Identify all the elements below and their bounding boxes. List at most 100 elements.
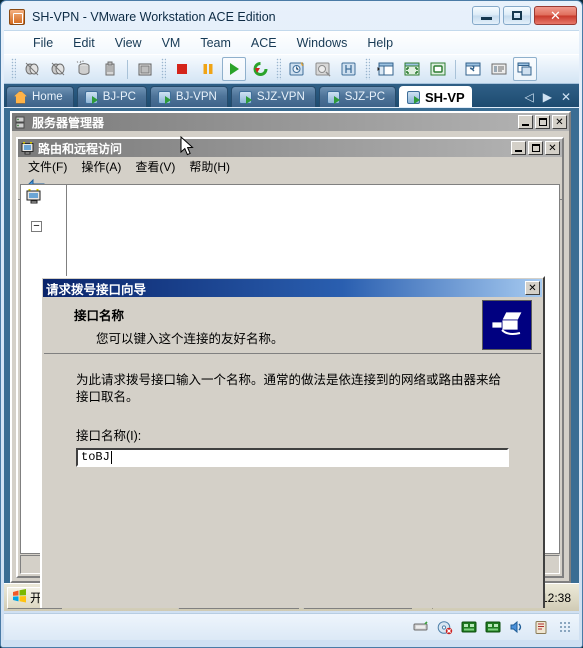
window-title: SH-VPN - VMware Workstation ACE Edition bbox=[32, 10, 276, 24]
rras-menu-help[interactable]: 帮助(H) bbox=[183, 157, 236, 176]
tab-bj-vpn[interactable]: BJ-VPN bbox=[149, 86, 228, 107]
minimize-button[interactable] bbox=[511, 141, 526, 155]
toolbar-grip-4[interactable] bbox=[365, 58, 370, 80]
interface-name-value: toBJ bbox=[81, 450, 110, 465]
sound-icon[interactable] bbox=[508, 620, 525, 635]
rras-icon bbox=[20, 141, 35, 156]
vm-icon bbox=[157, 90, 171, 104]
vmware-icon bbox=[9, 9, 25, 25]
snapshot-icon[interactable] bbox=[285, 57, 309, 81]
toolbar-separator-2 bbox=[455, 59, 456, 79]
close-button[interactable]: ✕ bbox=[545, 141, 560, 155]
tab-next-button[interactable]: ▶ bbox=[543, 90, 552, 104]
tab-home[interactable]: Home bbox=[6, 86, 74, 107]
play-icon[interactable] bbox=[222, 57, 246, 81]
console-view-icon[interactable] bbox=[513, 57, 537, 81]
resize-grip[interactable] bbox=[559, 621, 571, 633]
fullscreen-icon[interactable] bbox=[400, 57, 424, 81]
tab-label: SJZ-VPN bbox=[256, 91, 305, 103]
tab-close-button[interactable]: ✕ bbox=[561, 90, 571, 104]
stop-icon[interactable] bbox=[170, 57, 194, 81]
network-adapter-2-icon[interactable] bbox=[484, 620, 501, 635]
rras-caption-buttons: ✕ bbox=[511, 141, 562, 155]
snapshot-manager-icon[interactable] bbox=[337, 57, 361, 81]
floppy-icon[interactable] bbox=[412, 620, 429, 635]
menu-windows[interactable]: Windows bbox=[288, 34, 357, 52]
toolbar-grip[interactable] bbox=[11, 58, 16, 80]
server-manager-title: 服务器管理器 bbox=[32, 115, 105, 130]
power-off-suspend-icon[interactable] bbox=[20, 57, 44, 81]
window-caption-buttons: ✕ bbox=[472, 6, 577, 25]
rras-menu-view[interactable]: 查看(V) bbox=[129, 157, 181, 176]
menu-file[interactable]: File bbox=[24, 34, 62, 52]
network-adapter-icon[interactable] bbox=[460, 620, 477, 635]
close-button[interactable]: ✕ bbox=[534, 6, 577, 25]
taskbar-clock[interactable]: 12:38 bbox=[541, 591, 571, 605]
rras-title: 路由和远程访问 bbox=[38, 141, 123, 156]
server-computer-icon[interactable] bbox=[25, 188, 43, 206]
tab-label: SJZ-PC bbox=[344, 91, 385, 103]
interface-name-label: 接口名称(I): bbox=[76, 428, 142, 443]
toolbar-grip-3[interactable] bbox=[276, 58, 281, 80]
menu-view[interactable]: View bbox=[106, 34, 151, 52]
vm-icon bbox=[326, 90, 340, 104]
close-button[interactable]: ✕ bbox=[552, 115, 567, 129]
tab-label: BJ-VPN bbox=[175, 91, 217, 103]
tab-sjz-vpn[interactable]: SJZ-VPN bbox=[230, 86, 316, 107]
tab-label: SH-VP bbox=[425, 89, 465, 105]
menu-edit[interactable]: Edit bbox=[64, 34, 104, 52]
tab-navigation: ◁ ▶ ✕ bbox=[516, 90, 579, 107]
edit-vm-settings-icon[interactable] bbox=[133, 57, 157, 81]
wizard-header-title: 接口名称 bbox=[74, 309, 125, 323]
pause-icon[interactable] bbox=[196, 57, 220, 81]
vmware-statusbar bbox=[4, 613, 579, 640]
tab-prev-button[interactable]: ◁ bbox=[524, 90, 533, 104]
vm-tab-strip: Home BJ-PC BJ-VPN SJZ-VPN SJZ-PC SH-VP ◁… bbox=[4, 84, 579, 107]
minimize-button[interactable] bbox=[472, 6, 500, 25]
tab-label: Home bbox=[32, 91, 63, 103]
close-icon[interactable]: ✕ bbox=[525, 281, 540, 295]
rras-menu-action[interactable]: 操作(A) bbox=[75, 157, 127, 176]
snapshot-take-icon[interactable] bbox=[72, 57, 96, 81]
usb-icon[interactable] bbox=[532, 620, 549, 635]
maximize-button[interactable] bbox=[528, 141, 543, 155]
wizard-header-subtitle: 您可以键入这个连接的友好名称。 bbox=[96, 332, 284, 346]
menu-vm[interactable]: VM bbox=[153, 34, 190, 52]
wizard-titlebar: 请求拨号接口向导 ✕ bbox=[43, 279, 542, 297]
server-manager-icon bbox=[14, 115, 29, 130]
menu-help[interactable]: Help bbox=[358, 34, 402, 52]
guest-desktop: 服务器管理器 ✕ 路由和远程访问 ✕ 文件(F) 操作(A) 查看(V) 帮助(… bbox=[4, 108, 579, 608]
rras-titlebar: 路由和远程访问 ✕ bbox=[18, 139, 562, 157]
rras-menubar: 文件(F) 操作(A) 查看(V) 帮助(H) bbox=[18, 157, 562, 175]
summary-view-icon[interactable] bbox=[487, 57, 511, 81]
tree-expand-minus-icon[interactable]: − bbox=[31, 221, 42, 232]
show-sidebar-icon[interactable] bbox=[374, 57, 398, 81]
reset-icon[interactable] bbox=[248, 57, 272, 81]
tab-sh-vpn[interactable]: SH-VP bbox=[399, 86, 472, 107]
minimize-button[interactable] bbox=[518, 115, 533, 129]
interface-name-input[interactable]: toBJ bbox=[76, 447, 509, 467]
vmware-toolbar bbox=[4, 54, 579, 84]
vm-icon bbox=[407, 90, 420, 104]
preferences-icon[interactable] bbox=[461, 57, 485, 81]
menu-ace[interactable]: ACE bbox=[242, 34, 286, 52]
vm-icon bbox=[84, 90, 98, 104]
tab-sjz-pc[interactable]: SJZ-PC bbox=[318, 86, 396, 107]
guest-os-screen[interactable]: 服务器管理器 ✕ 路由和远程访问 ✕ 文件(F) 操作(A) 查看(V) 帮助(… bbox=[4, 108, 579, 608]
rras-menu-file[interactable]: 文件(F) bbox=[22, 157, 73, 176]
power-on-icon[interactable] bbox=[46, 57, 70, 81]
maximize-button[interactable] bbox=[535, 115, 550, 129]
snapshot-manage-icon[interactable] bbox=[98, 57, 122, 81]
tab-bj-pc[interactable]: BJ-PC bbox=[76, 86, 147, 107]
demand-dial-interface-wizard: 请求拨号接口向导 ✕ 接口名称 您可以键入这个连接的友好名称。 为此请求拨号接口… bbox=[40, 276, 545, 608]
maximize-button[interactable] bbox=[503, 6, 531, 25]
cd-dvd-icon[interactable] bbox=[436, 620, 453, 635]
tab-label: BJ-PC bbox=[102, 91, 136, 103]
toolbar-separator bbox=[127, 59, 128, 79]
quick-switch-icon[interactable] bbox=[426, 57, 450, 81]
vmware-titlebar: SH-VPN - VMware Workstation ACE Edition … bbox=[4, 4, 579, 30]
network-interface-icon bbox=[482, 300, 532, 350]
revert-snapshot-icon[interactable] bbox=[311, 57, 335, 81]
toolbar-grip-2[interactable] bbox=[161, 58, 166, 80]
menu-team[interactable]: Team bbox=[191, 34, 240, 52]
